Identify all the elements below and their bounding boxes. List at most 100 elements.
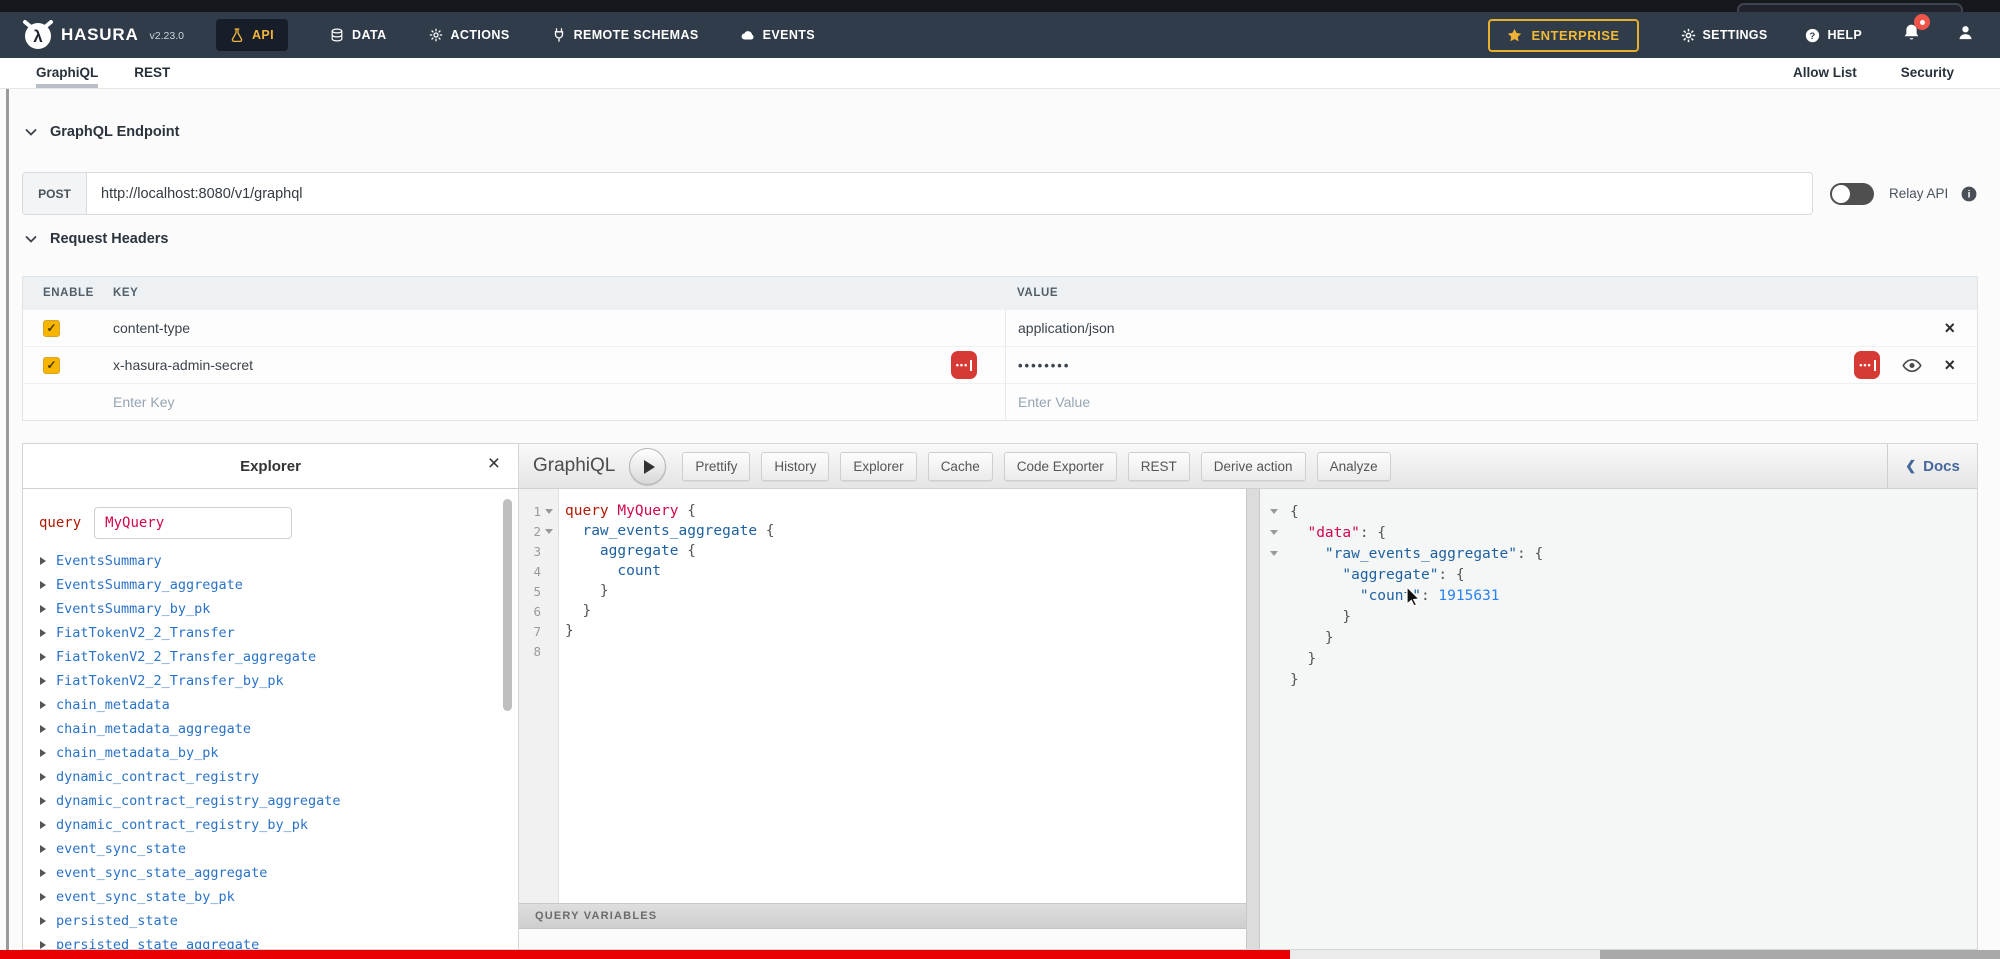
- explorer-field-item[interactable]: event_sync_state_by_pk: [23, 885, 518, 909]
- subtab-security[interactable]: Security: [1901, 58, 1954, 88]
- header-value: ••••••••: [1018, 358, 1070, 373]
- nav-tab-events[interactable]: EVENTS: [741, 19, 815, 51]
- explorer-field-item[interactable]: dynamic_contract_registry_by_pk: [23, 813, 518, 837]
- close-icon[interactable]: ×: [488, 453, 500, 474]
- fold-caret[interactable]: [1266, 530, 1282, 535]
- info-icon[interactable]: i: [1961, 186, 1977, 202]
- subnav-right-tabs: Allow List Security: [1793, 58, 1954, 88]
- new-header-key-input[interactable]: [113, 394, 891, 410]
- subtab-graphiql[interactable]: GraphiQL: [36, 58, 98, 88]
- remove-header-icon[interactable]: ×: [1944, 319, 1955, 337]
- plug-icon: [552, 28, 566, 42]
- explorer-field-item[interactable]: FiatTokenV2_2_Transfer_aggregate: [23, 645, 518, 669]
- operation-name-input[interactable]: [94, 507, 292, 539]
- explorer-field-item[interactable]: event_sync_state_aggregate: [23, 861, 518, 885]
- query-variables-bar[interactable]: QUERY VARIABLES: [519, 903, 1246, 929]
- editor-code[interactable]: 1query MyQuery {2 raw_events_aggregate {…: [519, 501, 1246, 661]
- header-enabled-checkbox[interactable]: ✓: [43, 320, 60, 337]
- fold-caret[interactable]: [541, 509, 557, 514]
- navbar-right: ENTERPRISE SETTINGS ? HELP: [1488, 19, 1974, 52]
- field-name: FiatTokenV2_2_Transfer_aggregate: [56, 649, 316, 665]
- remove-header-icon[interactable]: ×: [1944, 356, 1955, 374]
- explorer-field-item[interactable]: FiatTokenV2_2_Transfer_by_pk: [23, 669, 518, 693]
- fold-caret[interactable]: [1266, 509, 1282, 514]
- query-editor[interactable]: 1query MyQuery {2 raw_events_aggregate {…: [519, 489, 1246, 949]
- user-menu-button[interactable]: [1957, 24, 1974, 46]
- graphql-endpoint-input[interactable]: [87, 173, 1812, 214]
- explorer-field-item[interactable]: dynamic_contract_registry_aggregate: [23, 789, 518, 813]
- toolbar-button-explorer[interactable]: Explorer: [840, 452, 916, 481]
- code-token: [565, 523, 582, 539]
- masked-badge-icon[interactable]: •••: [951, 351, 977, 379]
- code-token: [1290, 546, 1325, 562]
- nav-tab-remote-schemas[interactable]: REMOTE SCHEMAS: [552, 19, 699, 51]
- header-enabled-checkbox[interactable]: ✓: [43, 357, 60, 374]
- header-key: x-hasura-admin-secret: [113, 357, 253, 373]
- explorer-field-item[interactable]: persisted_state: [23, 909, 518, 933]
- relay-api-toggle[interactable]: [1830, 183, 1874, 205]
- request-headers-section-header[interactable]: Request Headers: [25, 231, 168, 247]
- response-line: "aggregate": {: [1260, 564, 1977, 585]
- header-value: application/json: [1018, 320, 1115, 336]
- toolbar-button-prettify[interactable]: Prettify: [682, 452, 750, 481]
- header-table-row: ✓ content-type application/json ×: [23, 309, 1977, 346]
- header-key: content-type: [113, 320, 190, 336]
- explorer-field-item[interactable]: chain_metadata: [23, 693, 518, 717]
- notifications-button[interactable]: [1902, 23, 1921, 47]
- section-title: GraphQL Endpoint: [50, 124, 179, 140]
- toolbar-button-rest[interactable]: REST: [1128, 452, 1190, 481]
- explorer-field-list: EventsSummary EventsSummary_aggregate Even…: [23, 549, 518, 949]
- field-name: EventsSummary: [56, 553, 162, 569]
- eye-icon[interactable]: [1902, 358, 1922, 373]
- toolbar-button-history[interactable]: History: [761, 452, 829, 481]
- explorer-field-item[interactable]: chain_metadata_aggregate: [23, 717, 518, 741]
- pane-divider[interactable]: [1246, 489, 1260, 949]
- explorer-field-item[interactable]: EventsSummary: [23, 549, 518, 573]
- explorer-field-item[interactable]: event_sync_state: [23, 837, 518, 861]
- query-variables-editor[interactable]: [519, 929, 1246, 949]
- nav-tab-label: EVENTS: [763, 28, 815, 42]
- code-line: aggregate {: [565, 543, 696, 559]
- operation-type-label: query: [39, 515, 81, 531]
- subtab-allow-list[interactable]: Allow List: [1793, 58, 1857, 88]
- nav-tab-actions[interactable]: ACTIONS: [429, 19, 510, 51]
- explorer-field-item[interactable]: dynamic_contract_registry: [23, 765, 518, 789]
- line-number: 5: [519, 584, 541, 599]
- help-button[interactable]: ? HELP: [1805, 28, 1862, 43]
- subtab-rest[interactable]: REST: [134, 58, 170, 88]
- chevron-left-icon: ❮: [1905, 458, 1916, 474]
- explorer-header: Explorer ×: [23, 444, 518, 489]
- code-token: count: [617, 563, 661, 579]
- new-header-value-input[interactable]: [1018, 394, 1861, 410]
- explorer-field-item[interactable]: persisted_state_aggregate: [23, 933, 518, 949]
- explorer-field-item[interactable]: chain_metadata_by_pk: [23, 741, 518, 765]
- fold-caret[interactable]: [541, 529, 557, 534]
- fold-caret[interactable]: [1266, 551, 1282, 556]
- progress-segment-0: [0, 950, 1290, 959]
- nav-tab-api[interactable]: API: [216, 19, 288, 51]
- toolbar-button-code-exporter[interactable]: Code Exporter: [1004, 452, 1117, 481]
- column-value: VALUE: [1005, 277, 1977, 309]
- enterprise-button[interactable]: ENTERPRISE: [1488, 19, 1638, 52]
- code-token: [1290, 525, 1307, 541]
- docs-button[interactable]: ❮ Docs: [1887, 444, 1977, 488]
- explorer-field-item[interactable]: FiatTokenV2_2_Transfer: [23, 621, 518, 645]
- explorer-field-item[interactable]: EventsSummary_aggregate: [23, 573, 518, 597]
- execute-query-button[interactable]: [629, 448, 666, 485]
- field-name: persisted_state_aggregate: [56, 937, 259, 949]
- toolbar-button-cache[interactable]: Cache: [928, 452, 993, 481]
- nav-tab-data[interactable]: DATA: [330, 19, 386, 51]
- toggle-knob: [1832, 185, 1850, 203]
- response-line: }: [1260, 648, 1977, 669]
- graphql-endpoint-section-header[interactable]: GraphQL Endpoint: [25, 124, 179, 140]
- explorer-scrollbar[interactable]: [503, 499, 512, 711]
- explorer-field-item[interactable]: EventsSummary_by_pk: [23, 597, 518, 621]
- toolbar-button-derive-action[interactable]: Derive action: [1201, 452, 1306, 481]
- toolbar-button-analyze[interactable]: Analyze: [1317, 452, 1391, 481]
- settings-button[interactable]: SETTINGS: [1681, 28, 1768, 43]
- masked-badge-icon[interactable]: •••: [1854, 351, 1880, 379]
- field-name: EventsSummary_by_pk: [56, 601, 210, 617]
- video-progress-bar[interactable]: [0, 950, 2000, 959]
- field-name: chain_metadata: [56, 697, 170, 713]
- graphiql-toolbar: GraphiQL PrettifyHistoryExplorerCacheCod…: [519, 444, 1977, 489]
